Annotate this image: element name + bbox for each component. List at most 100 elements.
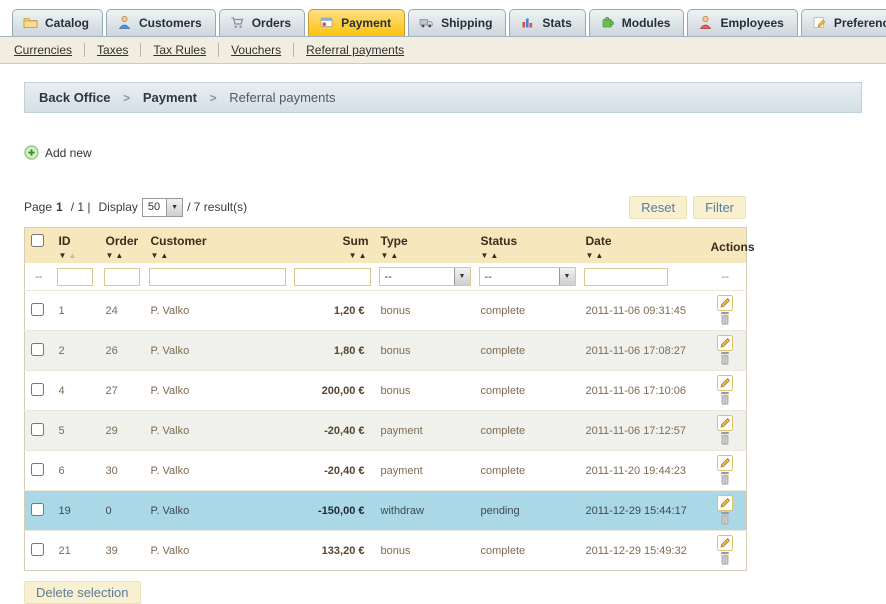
submenu-item-tax-rules[interactable]: Tax Rules	[141, 43, 220, 57]
submenu-item-taxes[interactable]: Taxes	[85, 43, 142, 57]
sort-desc-icon[interactable]: ▼	[586, 251, 594, 260]
edit-button[interactable]	[717, 535, 734, 551]
breadcrumb-root[interactable]: Back Office	[39, 90, 111, 105]
column-label: Actions	[710, 240, 755, 254]
edit-button[interactable]	[717, 415, 734, 431]
sort-desc-icon[interactable]: ▼	[481, 251, 489, 260]
delete-button[interactable]	[719, 311, 731, 326]
main-tab-bar: Catalog Customers Orders Payment Shippin…	[0, 0, 886, 37]
filter-dash: --	[24, 263, 53, 291]
breadcrumb: Back Office > Payment > Referral payment…	[24, 82, 862, 113]
add-new-button[interactable]: Add new	[24, 145, 92, 160]
edit-button[interactable]	[717, 295, 734, 311]
cell-id: 21	[52, 530, 100, 571]
tab-label: Catalog	[45, 15, 90, 30]
chevron-right-icon: >	[209, 91, 217, 105]
sort-asc-icon[interactable]: ▲	[359, 251, 367, 260]
delete-selection-button[interactable]: Delete selection	[24, 581, 141, 604]
cell-customer: P. Valko	[144, 490, 290, 531]
row-checkbox[interactable]	[31, 502, 44, 516]
id-filter-input[interactable]	[56, 267, 93, 286]
row-checkbox[interactable]	[31, 302, 44, 316]
sort-asc-icon[interactable]: ▲	[68, 251, 76, 260]
cell-sum: 200,00 €	[289, 370, 375, 411]
cell-id: 1	[52, 290, 100, 331]
edit-button[interactable]	[717, 375, 734, 391]
type-filter-select[interactable]: -- ▼	[378, 267, 471, 286]
sort-desc-icon[interactable]: ▼	[106, 251, 114, 260]
page-size-value: 50	[147, 201, 161, 213]
column-label[interactable]: Sum	[342, 234, 368, 248]
cart-icon	[230, 15, 245, 30]
row-checkbox[interactable]	[31, 462, 44, 476]
sort-asc-icon[interactable]: ▲	[115, 251, 123, 260]
add-new-label: Add new	[45, 145, 92, 160]
tab-catalog[interactable]: Catalog	[12, 9, 104, 36]
column-label[interactable]: ID	[59, 234, 71, 248]
column-label[interactable]: Date	[586, 234, 612, 248]
dropdown-arrow-icon: ▼	[453, 268, 470, 285]
sort-asc-icon[interactable]: ▲	[390, 251, 398, 260]
table-row: 2 26 P. Valko 1,80 € bonus complete 2011…	[24, 330, 747, 371]
customer-filter-input[interactable]	[148, 267, 286, 286]
delete-button[interactable]	[719, 551, 731, 566]
cell-status: complete	[474, 410, 580, 451]
delete-button[interactable]	[719, 511, 731, 526]
page-total: / 1 |	[70, 200, 91, 214]
date-filter-input[interactable]	[583, 267, 668, 286]
tab-modules[interactable]: Modules	[588, 9, 685, 36]
current-page: 1	[56, 200, 63, 214]
tab-orders[interactable]: Orders	[218, 9, 306, 36]
sort-desc-icon[interactable]: ▼	[381, 251, 389, 260]
breadcrumb-section[interactable]: Payment	[143, 90, 197, 105]
reset-button[interactable]: Reset	[629, 195, 688, 219]
submenu-item-currencies[interactable]: Currencies	[14, 43, 86, 57]
cell-type: bonus	[374, 330, 475, 371]
sum-filter-input[interactable]	[293, 267, 371, 286]
row-checkbox[interactable]	[31, 422, 44, 436]
tab-payment[interactable]: Payment	[308, 9, 406, 36]
tab-shipping[interactable]: Shipping	[408, 9, 507, 36]
row-checkbox[interactable]	[31, 542, 44, 556]
column-label[interactable]: Type	[381, 234, 408, 248]
page-size-select[interactable]: 50 ▼	[141, 197, 184, 217]
column-label[interactable]: Customer	[151, 234, 207, 248]
cell-type: bonus	[374, 530, 475, 571]
sort-asc-icon[interactable]: ▲	[160, 251, 168, 260]
tab-preferences[interactable]: Preferences	[800, 9, 886, 36]
submenu-item-vouchers[interactable]: Vouchers	[219, 43, 295, 57]
column-label[interactable]: Status	[481, 234, 518, 248]
delete-button[interactable]	[719, 391, 731, 406]
cell-status: complete	[474, 290, 580, 331]
order-filter-input[interactable]	[103, 267, 140, 286]
tab-stats[interactable]: Stats	[509, 9, 586, 36]
delete-button[interactable]	[719, 431, 731, 446]
sort-asc-icon[interactable]: ▲	[490, 251, 498, 260]
submenu-item-referral-payments[interactable]: Referral payments	[294, 43, 416, 57]
edit-button[interactable]	[717, 495, 734, 511]
row-checkbox[interactable]	[31, 342, 44, 356]
sort-desc-icon[interactable]: ▼	[59, 251, 67, 260]
delete-button[interactable]	[719, 351, 731, 366]
cell-order: 39	[99, 530, 145, 571]
delete-button[interactable]	[719, 471, 731, 486]
sort-desc-icon[interactable]: ▼	[151, 251, 159, 260]
edit-button[interactable]	[717, 335, 734, 351]
tab-employees[interactable]: Employees	[687, 9, 798, 36]
payment-icon	[319, 15, 334, 30]
sort-asc-icon[interactable]: ▲	[595, 251, 603, 260]
table-row: 21 39 P. Valko 133,20 € bonus complete 2…	[24, 530, 747, 571]
cell-customer: P. Valko	[144, 370, 290, 411]
cell-id: 4	[52, 370, 100, 411]
row-checkbox[interactable]	[31, 382, 44, 396]
filter-button[interactable]: Filter	[693, 195, 746, 219]
edit-button[interactable]	[717, 455, 734, 471]
column-header-type: Type ▼ ▲	[374, 227, 475, 263]
column-label[interactable]: Order	[106, 234, 139, 248]
tab-customers[interactable]: Customers	[106, 9, 216, 36]
dropdown-arrow-icon: ▼	[558, 268, 575, 285]
select-all-checkbox[interactable]	[31, 234, 44, 247]
cell-date: 2011-11-06 17:10:06	[579, 370, 705, 411]
status-filter-select[interactable]: -- ▼	[478, 267, 576, 286]
sort-desc-icon[interactable]: ▼	[349, 251, 357, 260]
